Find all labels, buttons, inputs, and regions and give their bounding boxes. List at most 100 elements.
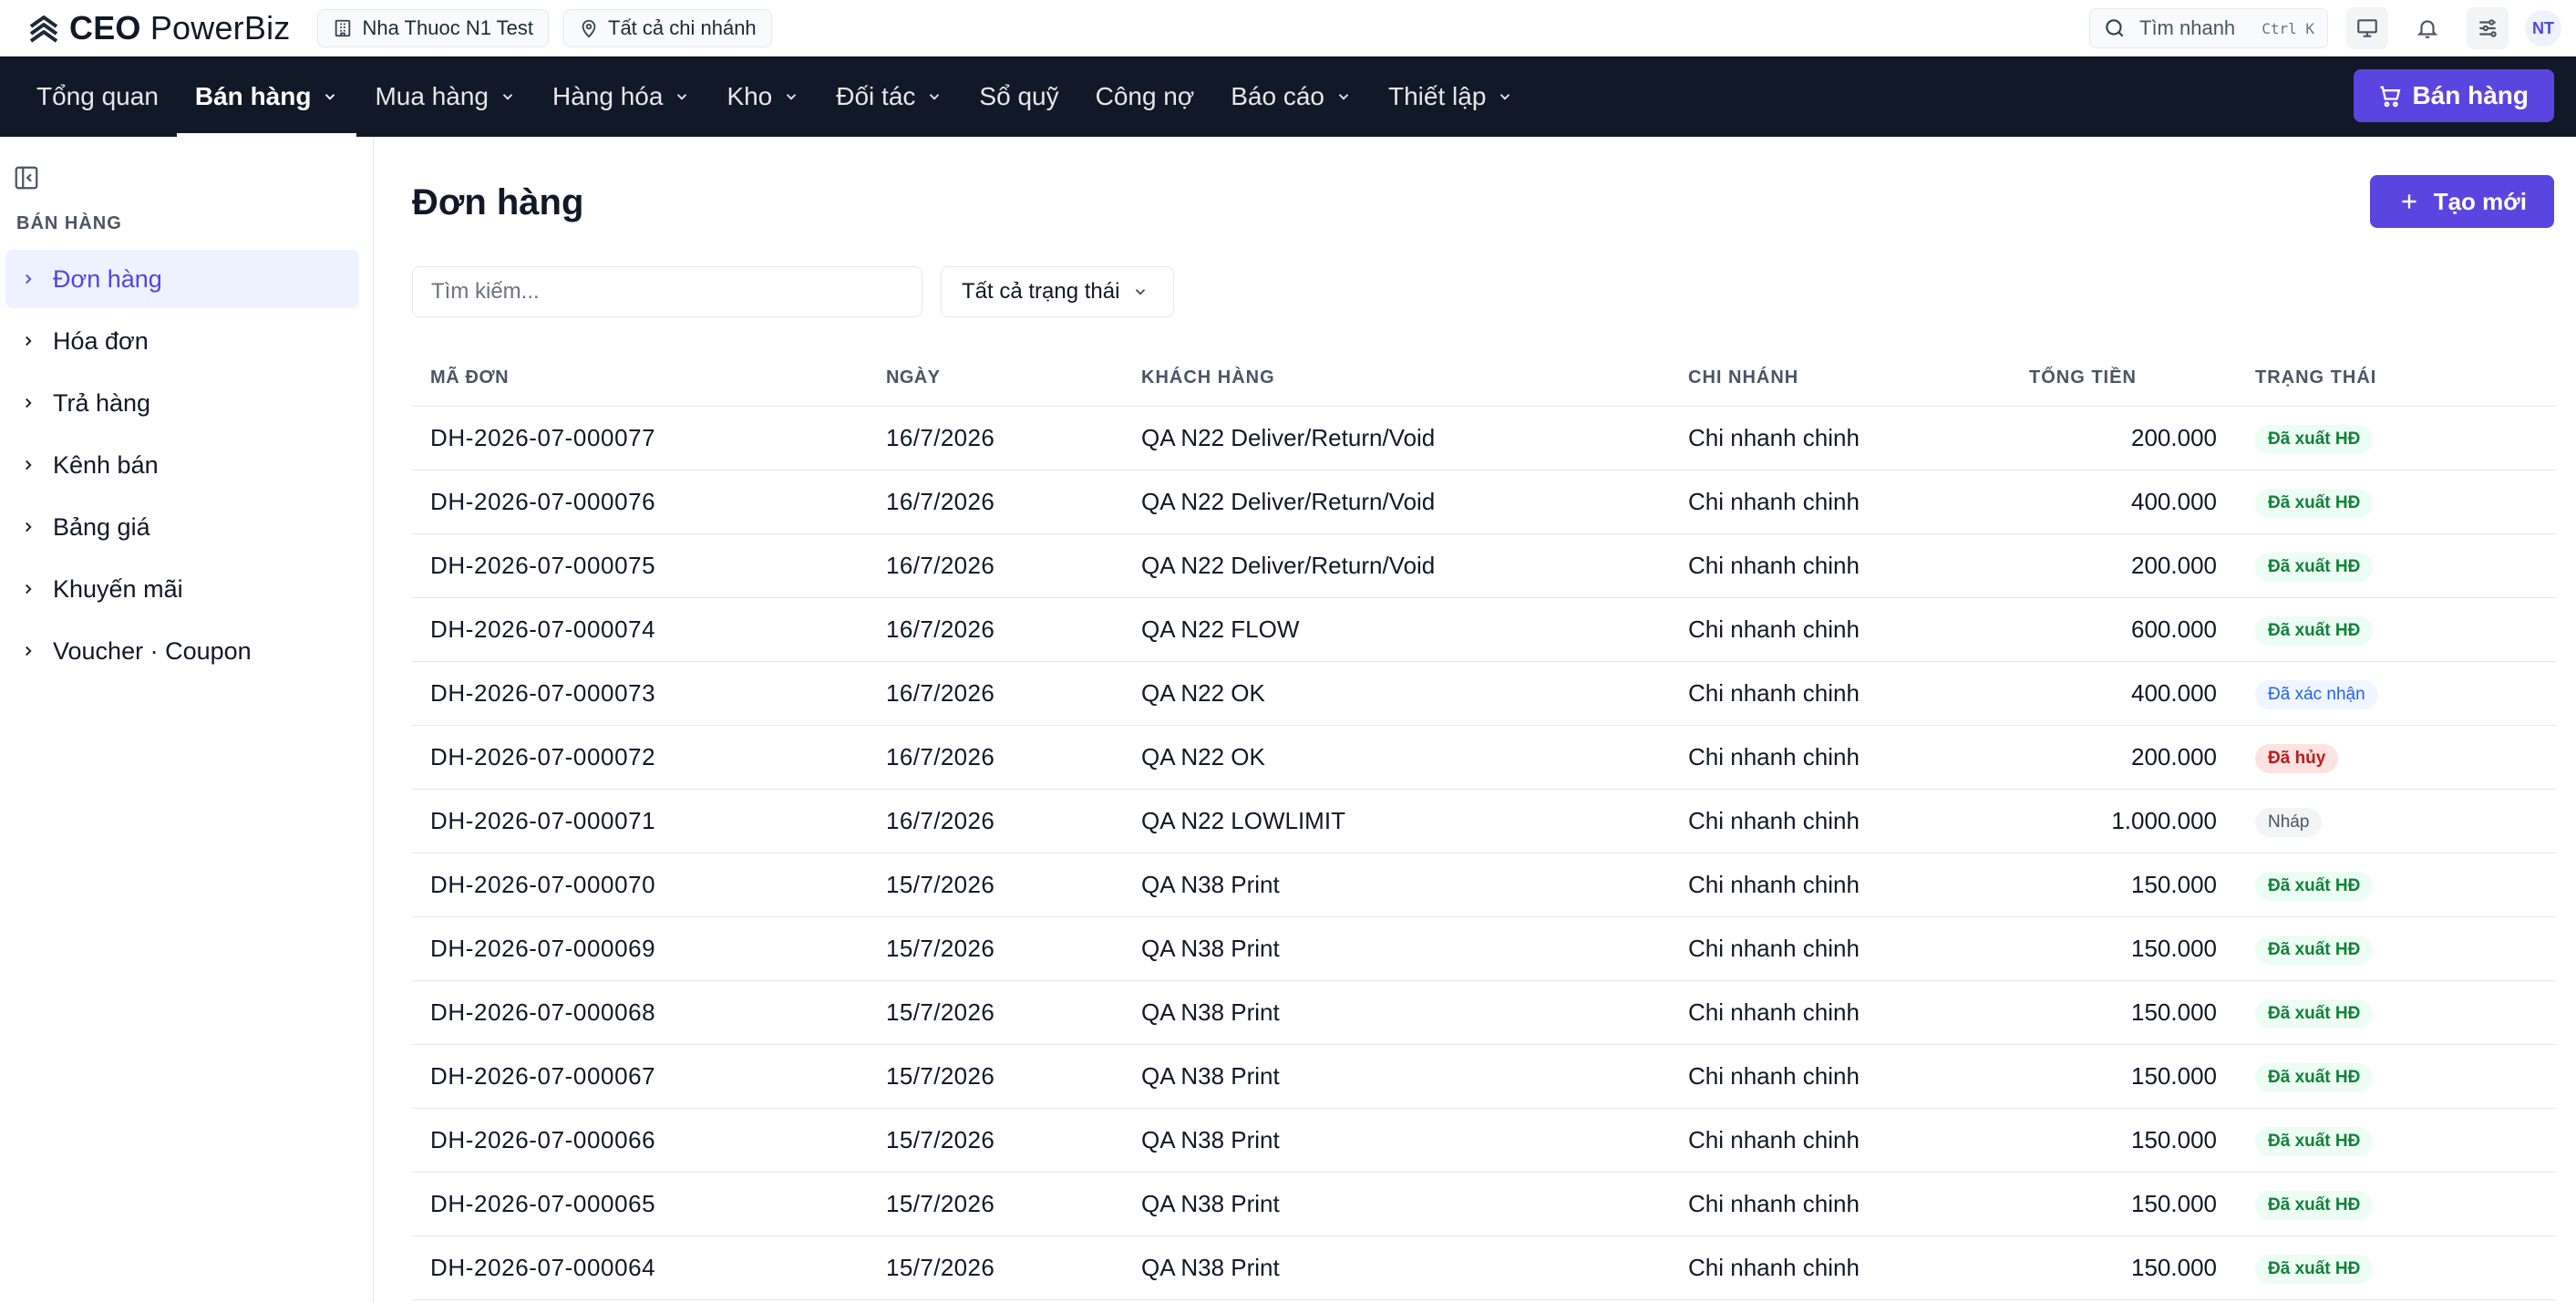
order-branch: Chi nhanh chinh — [1688, 488, 1860, 515]
order-date: 15/7/2026 — [886, 1254, 995, 1281]
order-date: 15/7/2026 — [886, 1190, 995, 1217]
page-title: Đơn hàng — [412, 182, 584, 222]
order-code[interactable]: DH-2026-07-000066 — [412, 1126, 886, 1154]
order-code[interactable]: DH-2026-07-000068 — [412, 998, 886, 1027]
store-selector[interactable]: Nha Thuoc N1 Test — [317, 8, 549, 47]
order-code[interactable]: DH-2026-07-000064 — [412, 1254, 886, 1282]
table-row[interactable]: DH-2026-07-000077 16/7/2026 QA N22 Deliver… — [412, 407, 2556, 471]
order-code[interactable]: DH-2026-07-000065 — [412, 1190, 886, 1218]
nav-tong-quan[interactable]: Tổng quan — [0, 57, 177, 137]
order-branch: Chi nhanh chinh — [1688, 424, 1860, 451]
order-total: 150.000 — [2131, 1190, 2217, 1217]
status-badge: Đã xuất HĐ — [2255, 425, 2374, 454]
col-status-header[interactable]: TRẠNG THÁI — [2217, 367, 2556, 388]
sell-button[interactable]: Bán hàng — [2354, 69, 2554, 122]
table-row[interactable]: DH-2026-07-000070 15/7/2026 QA N38 Print Ch… — [412, 853, 2556, 917]
order-code[interactable]: DH-2026-07-000072 — [412, 743, 886, 771]
chevron-down-icon — [930, 94, 940, 100]
order-code[interactable]: DH-2026-07-000075 — [412, 552, 886, 580]
order-code[interactable]: DH-2026-07-000076 — [412, 488, 886, 516]
sidebar-item-voucher[interactable]: Voucher · Coupon — [5, 622, 359, 680]
table-row[interactable]: DH-2026-07-000064 15/7/2026 QA N38 Print Ch… — [412, 1236, 2556, 1300]
col-code-header[interactable]: MÃ ĐƠN — [412, 367, 886, 388]
status-badge: Đã xuất HĐ — [2255, 1191, 2374, 1220]
nav-mua-hang[interactable]: Mua hàng — [356, 57, 534, 137]
search-input[interactable] — [412, 266, 922, 317]
brand-logo[interactable]: CEO PowerBiz — [27, 9, 290, 47]
sliders-icon — [2479, 19, 2497, 37]
order-code[interactable]: DH-2026-07-000074 — [412, 615, 886, 644]
cart-icon — [2380, 86, 2401, 108]
chevron-down-icon — [1338, 94, 1349, 100]
status-badge: Đã xuất HĐ — [2255, 1127, 2374, 1156]
table-row[interactable]: DH-2026-07-000073 16/7/2026 QA N22 OK Chi n… — [412, 662, 2556, 726]
nav-so-quy[interactable]: Sổ quỹ — [961, 57, 1077, 137]
order-date: 16/7/2026 — [886, 807, 995, 834]
order-code[interactable]: DH-2026-07-000077 — [412, 424, 886, 452]
table-row[interactable]: DH-2026-07-000068 15/7/2026 QA N38 Print Ch… — [412, 981, 2556, 1045]
col-branch-header[interactable]: CHI NHÁNH — [1688, 367, 1989, 388]
sidebar-item-label: Trả hàng — [53, 388, 151, 417]
table-row[interactable]: DH-2026-07-000065 15/7/2026 QA N38 Print Ch… — [412, 1173, 2556, 1236]
order-date: 16/7/2026 — [886, 488, 995, 515]
status-badge: Đã xuất HĐ — [2255, 616, 2374, 646]
nav-cong-no[interactable]: Công nợ — [1077, 57, 1213, 137]
table-header: MÃ ĐƠN NGÀY KHÁCH HÀNG CHI NHÁNH TỔNG TI… — [412, 350, 2556, 407]
order-total: 600.000 — [2131, 615, 2217, 643]
quick-search[interactable]: Tìm nhanh Ctrl K — [2089, 8, 2328, 48]
order-code[interactable]: DH-2026-07-000070 — [412, 871, 886, 899]
nav-ban-hang[interactable]: Bán hàng — [176, 57, 357, 137]
create-button[interactable]: Tạo mới — [2369, 175, 2554, 228]
sidebar-item-don-hang[interactable]: Đơn hàng — [5, 250, 359, 308]
status-badge: Nháp — [2255, 808, 2323, 837]
table-row[interactable]: DH-2026-07-000075 16/7/2026 QA N22 Deliver… — [412, 534, 2556, 598]
table-row[interactable]: DH-2026-07-000076 16/7/2026 QA N22 Deliver… — [412, 471, 2556, 534]
chevrons-up-logo-icon — [29, 15, 58, 43]
branch-selector[interactable]: Tất cả chi nhánh — [563, 8, 772, 47]
col-date-header[interactable]: NGÀY — [886, 367, 1141, 388]
chevron-down-icon — [1136, 289, 1146, 295]
status-badge: Đã xuất HĐ — [2255, 553, 2374, 582]
notifications-button[interactable] — [2406, 7, 2448, 49]
sidebar-collapse-icon[interactable] — [13, 164, 40, 191]
order-date: 15/7/2026 — [886, 871, 995, 898]
sidebar-item-khuyen-mai[interactable]: Khuyến mãi — [5, 560, 359, 618]
status-filter-select[interactable]: Tất cả trạng thái — [941, 266, 1174, 317]
chevron-right-icon — [26, 336, 32, 346]
nav-kho[interactable]: Kho — [708, 57, 818, 137]
order-code[interactable]: DH-2026-07-000069 — [412, 935, 886, 963]
sidebar-item-kenh-ban[interactable]: Kênh bán — [5, 436, 359, 494]
order-customer: QA N38 Print — [1141, 1126, 1280, 1153]
table-row[interactable]: DH-2026-07-000067 15/7/2026 QA N38 Print Ch… — [412, 1045, 2556, 1109]
nav-doi-tac[interactable]: Đối tác — [818, 57, 961, 137]
sidebar-item-tra-hang[interactable]: Trả hàng — [5, 374, 359, 432]
order-code[interactable]: DH-2026-07-000073 — [412, 679, 886, 708]
search-icon — [2106, 19, 2124, 37]
nav-hang-hoa[interactable]: Hàng hóa — [534, 57, 708, 137]
order-code[interactable]: DH-2026-07-000067 — [412, 1062, 886, 1091]
table-row[interactable]: DH-2026-07-000069 15/7/2026 QA N38 Print Ch… — [412, 917, 2556, 981]
order-code[interactable]: DH-2026-07-000071 — [412, 807, 886, 835]
col-customer-header[interactable]: KHÁCH HÀNG — [1141, 367, 1688, 388]
sidebar-section-title: BÁN HÀNG — [16, 213, 122, 233]
chevron-down-icon — [787, 94, 797, 100]
sidebar-list: Đơn hàng Hóa đơn Trả hàng Kênh bán Bảng … — [5, 250, 359, 684]
settings-button[interactable] — [2467, 7, 2509, 49]
user-avatar[interactable]: NT — [2525, 10, 2561, 47]
plus-icon — [2402, 194, 2416, 209]
table-row[interactable]: DH-2026-07-000066 15/7/2026 QA N38 Print Ch… — [412, 1109, 2556, 1173]
table-row[interactable]: DH-2026-07-000074 16/7/2026 QA N22 FLOW Chi… — [412, 598, 2556, 662]
display-button[interactable] — [2346, 7, 2388, 49]
table-row[interactable]: DH-2026-07-000072 16/7/2026 QA N22 OK Chi n… — [412, 726, 2556, 790]
nav-thiet-lap[interactable]: Thiết lập — [1370, 57, 1531, 137]
order-customer: QA N38 Print — [1141, 1254, 1280, 1281]
sidebar-item-hoa-don[interactable]: Hóa đơn — [5, 312, 359, 370]
sidebar-item-label: Bảng giá — [53, 512, 150, 541]
nav-bao-cao[interactable]: Báo cáo — [1212, 57, 1370, 137]
sidebar-item-bang-gia[interactable]: Bảng giá — [5, 498, 359, 556]
table-row[interactable]: DH-2026-07-000071 16/7/2026 QA N22 LOWLIMI… — [412, 790, 2556, 853]
col-total-header[interactable]: TỔNG TIỀN — [1989, 367, 2217, 388]
order-branch: Chi nhanh chinh — [1688, 1190, 1860, 1217]
order-branch: Chi nhanh chinh — [1688, 679, 1860, 707]
order-total: 150.000 — [2131, 871, 2217, 898]
